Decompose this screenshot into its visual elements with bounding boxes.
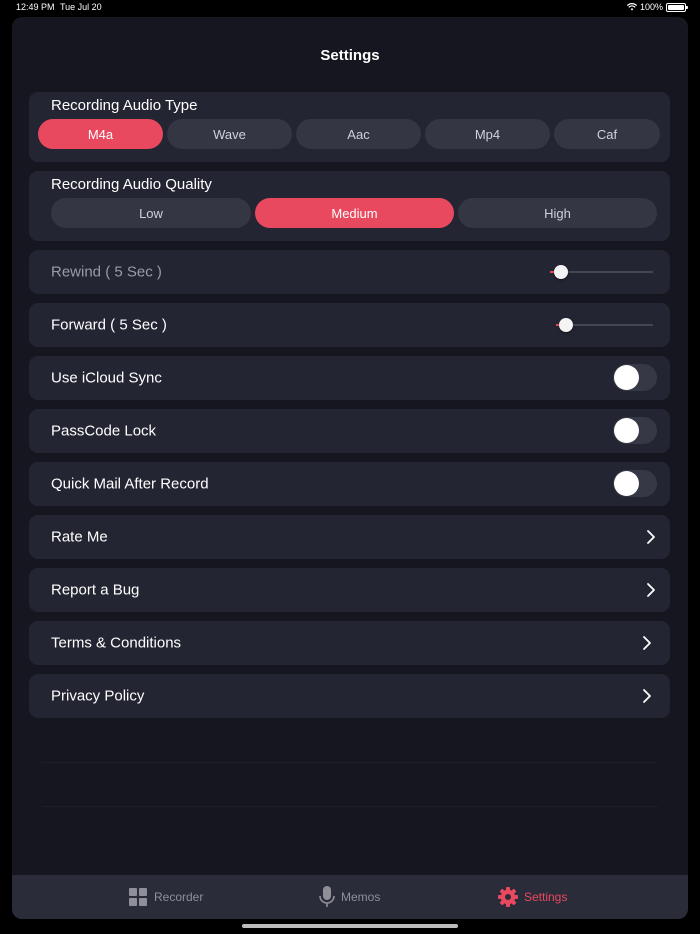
terms-label: Terms & Conditions xyxy=(51,634,182,652)
icloud-sync-label: Use iCloud Sync xyxy=(51,369,162,387)
forward-row: Forward ( 5 Sec ) xyxy=(29,303,670,347)
audio-quality-option-low[interactable]: Low xyxy=(51,198,251,228)
rewind-row: Rewind ( 5 Sec ) xyxy=(29,250,670,294)
tab-recorder-label: Recorder xyxy=(154,890,204,904)
icloud-sync-row: Use iCloud Sync xyxy=(29,356,670,400)
chevron-right-icon xyxy=(643,689,651,703)
rate-me-label: Rate Me xyxy=(51,528,108,546)
tab-memos-label: Memos xyxy=(341,890,381,904)
status-time: 12:49 PM xyxy=(16,2,55,12)
privacy-label: Privacy Policy xyxy=(51,687,145,705)
tab-settings[interactable]: Settings xyxy=(498,875,567,919)
audio-type-label: Recording Audio Type xyxy=(51,97,198,114)
microphone-icon xyxy=(319,886,335,907)
rewind-slider-thumb[interactable] xyxy=(554,265,568,279)
chevron-right-icon xyxy=(647,530,655,544)
audio-type-option-aac[interactable]: Aac xyxy=(296,119,421,149)
status-bar: 12:49 PM Tue Jul 20 100% xyxy=(0,0,700,14)
audio-quality-segmented: Low Medium High xyxy=(51,198,657,228)
rate-me-row[interactable]: Rate Me xyxy=(29,515,670,559)
tab-recorder[interactable]: Recorder xyxy=(129,875,203,919)
rewind-label: Rewind ( 5 Sec ) xyxy=(51,263,162,281)
audio-quality-option-medium[interactable]: Medium xyxy=(255,198,454,228)
quick-mail-row: Quick Mail After Record xyxy=(29,462,670,506)
tab-settings-label: Settings xyxy=(524,890,568,904)
forward-label: Forward ( 5 Sec ) xyxy=(51,316,167,334)
passcode-lock-toggle[interactable] xyxy=(613,417,657,444)
audio-type-option-wave[interactable]: Wave xyxy=(167,119,292,149)
wifi-icon xyxy=(626,3,637,11)
passcode-lock-row: PassCode Lock xyxy=(29,409,670,453)
report-bug-row[interactable]: Report a Bug xyxy=(29,568,670,612)
forward-slider-thumb[interactable] xyxy=(559,318,573,332)
status-date: Tue Jul 20 xyxy=(60,2,102,12)
audio-type-card: Recording Audio Type M4a Wave Aac Mp4 Ca… xyxy=(29,92,670,162)
list-divider xyxy=(42,762,658,763)
audio-type-option-mp4[interactable]: Mp4 xyxy=(425,119,550,149)
audio-type-option-m4a[interactable]: M4a xyxy=(38,119,163,149)
passcode-lock-label: PassCode Lock xyxy=(51,422,157,440)
quick-mail-toggle[interactable] xyxy=(613,470,657,497)
grid-icon xyxy=(129,887,147,906)
icloud-sync-toggle[interactable] xyxy=(613,364,657,391)
home-indicator[interactable] xyxy=(242,924,458,928)
audio-quality-label: Recording Audio Quality xyxy=(51,176,212,193)
settings-screen: Settings Recording Audio Type M4a Wave A… xyxy=(12,17,688,919)
audio-type-segmented: M4a Wave Aac Mp4 Caf xyxy=(38,119,660,149)
tab-bar: Recorder Memos Settings xyxy=(12,875,688,919)
gear-icon xyxy=(498,887,518,907)
audio-type-option-caf[interactable]: Caf xyxy=(554,119,660,149)
list-divider xyxy=(42,806,658,807)
report-bug-label: Report a Bug xyxy=(51,581,140,599)
tab-memos[interactable]: Memos xyxy=(319,875,380,919)
audio-quality-option-high[interactable]: High xyxy=(458,198,657,228)
battery-icon xyxy=(666,2,688,12)
page-title: Settings xyxy=(320,47,380,64)
status-indicators: 100% xyxy=(626,2,688,12)
chevron-right-icon xyxy=(643,636,651,650)
battery-percent: 100% xyxy=(639,2,663,12)
chevron-right-icon xyxy=(647,583,655,597)
quick-mail-label: Quick Mail After Record xyxy=(51,475,209,493)
privacy-row[interactable]: Privacy Policy xyxy=(29,674,670,718)
terms-row[interactable]: Terms & Conditions xyxy=(29,621,670,665)
audio-quality-card: Recording Audio Quality Low Medium High xyxy=(29,171,670,241)
